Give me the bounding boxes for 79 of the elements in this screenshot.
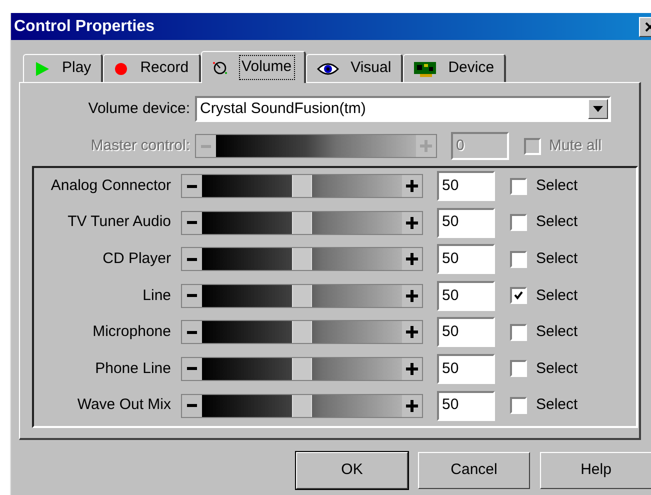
minus-icon: [187, 404, 197, 408]
dialog-button[interactable]: OK: [296, 452, 408, 489]
tab[interactable]: Volume: [200, 51, 306, 83]
dropdown-button[interactable]: [588, 99, 608, 119]
checkbox-label: Select: [536, 322, 578, 342]
checkbox[interactable]: [510, 360, 527, 378]
minus-icon: [187, 221, 197, 224]
slider-thumb[interactable]: [292, 358, 312, 380]
volume-slider[interactable]: [181, 247, 423, 272]
minus-icon: [187, 184, 197, 188]
tab[interactable]: Play: [23, 54, 104, 82]
record-icon: [114, 62, 128, 76]
checkbox-label: Select: [536, 395, 578, 416]
channel-label: Analog Connector: [50, 176, 172, 196]
minus-icon: [187, 330, 197, 334]
circuit-board-icon: [414, 60, 436, 76]
checkbox[interactable]: [510, 214, 527, 232]
plus-icon: [406, 362, 418, 375]
plus-icon: [420, 140, 432, 152]
tab[interactable]: Device: [403, 54, 506, 82]
volume-slider[interactable]: [181, 320, 423, 344]
slider-thumb[interactable]: [292, 284, 312, 307]
slider-thumb[interactable]: [292, 175, 312, 197]
checkbox-label: Select: [536, 248, 578, 269]
checkbox-label: Mute all: [549, 136, 602, 156]
device-dropdown[interactable]: Crystal SoundFusion(tm): [195, 96, 611, 122]
field-label: Volume device:: [87, 98, 191, 119]
dialog-button[interactable]: Help: [540, 452, 651, 489]
value-field[interactable]: 50: [437, 390, 495, 421]
value-field[interactable]: 50: [437, 244, 495, 274]
plus-icon: [406, 326, 418, 338]
minus-icon: [187, 367, 197, 370]
tab[interactable]: Record: [103, 54, 201, 82]
checkbox[interactable]: [510, 324, 527, 341]
slider-thumb[interactable]: [292, 321, 312, 344]
slider-thumb[interactable]: [292, 394, 312, 417]
field-label: Master control:: [90, 136, 191, 156]
minus-icon: [187, 294, 197, 298]
channel-label: Microphone: [92, 322, 172, 342]
volume-slider[interactable]: [181, 174, 423, 198]
volume-slider[interactable]: [181, 284, 423, 308]
dialog-button[interactable]: Cancel: [418, 452, 530, 489]
checkbox-label: Select: [536, 286, 578, 306]
tab[interactable]: Visual: [306, 54, 404, 82]
slider-thumb[interactable]: [292, 212, 312, 234]
channel-label: Line: [142, 286, 172, 306]
knob-icon: [212, 60, 228, 76]
value-field[interactable]: 50: [437, 317, 495, 348]
value-field[interactable]: 50: [437, 354, 495, 384]
value-field[interactable]: 50: [437, 208, 495, 238]
channel-label: TV Tuner Audio: [66, 212, 172, 232]
channel-label: CD Player: [102, 248, 172, 269]
plus-icon: [406, 253, 418, 266]
checkbox-label: Select: [536, 212, 578, 232]
plus-icon: [406, 400, 418, 412]
checkbox[interactable]: [510, 178, 527, 194]
plus-icon: [406, 290, 418, 302]
checkbox-label: Select: [536, 176, 578, 196]
slider-thumb[interactable]: [292, 248, 312, 270]
checkbox[interactable]: [510, 397, 527, 414]
caret-icon: [593, 106, 603, 112]
value-field[interactable]: 50: [437, 171, 495, 201]
window-title: Control Properties: [14, 16, 154, 36]
channel-label: Phone Line: [94, 358, 172, 379]
value-field[interactable]: 50: [437, 280, 495, 311]
channel-label: Wave Out Mix: [76, 395, 172, 416]
plus-icon: [406, 180, 418, 192]
checkbox[interactable]: [510, 287, 527, 304]
minus-icon: [201, 144, 211, 148]
volume-slider[interactable]: [181, 394, 423, 418]
volume-slider[interactable]: [181, 356, 423, 381]
checkbox[interactable]: [510, 250, 527, 268]
volume-slider[interactable]: [181, 210, 423, 235]
checkbox-label: Select: [536, 358, 578, 379]
eye-icon: [316, 62, 339, 76]
checkmark-icon: [514, 291, 523, 300]
plus-icon: [406, 216, 418, 229]
play-icon: [34, 60, 50, 76]
minus-icon: [187, 258, 197, 261]
